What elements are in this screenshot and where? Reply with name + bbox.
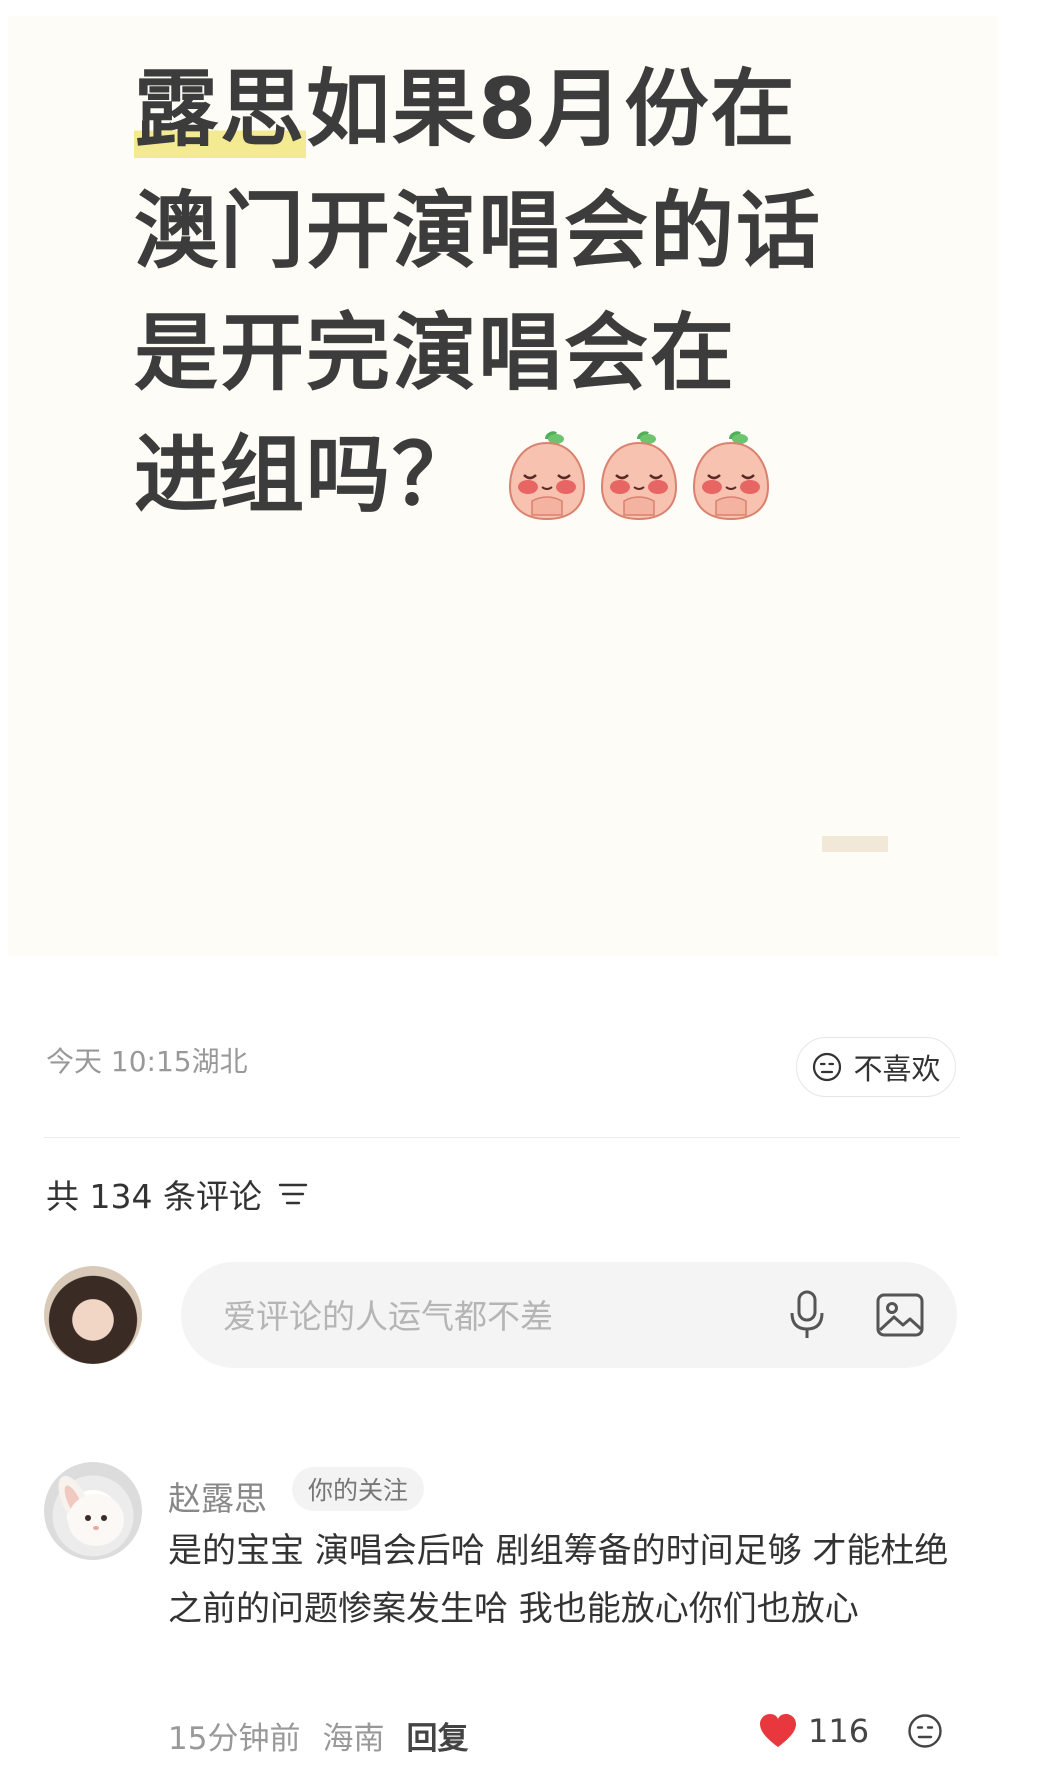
neutral-face-icon: [813, 1052, 842, 1082]
my-avatar[interactable]: [44, 1266, 142, 1364]
comment-count: 共 134 条评论: [46, 1177, 262, 1216]
comment-time: 15分钟前: [168, 1721, 301, 1757]
image-icon[interactable]: [875, 1292, 925, 1338]
commenter-avatar[interactable]: [44, 1462, 142, 1560]
comment-input[interactable]: [221, 1262, 745, 1370]
title-line-4: 进组吗？: [134, 426, 479, 524]
rabbit-avatar-icon: [58, 1475, 124, 1546]
comments-header: 共 134 条评论: [46, 1170, 308, 1218]
dislike-label: 不喜欢: [853, 1052, 941, 1086]
peach-face-icon: [693, 431, 770, 521]
post-image-card[interactable]: 露思如果8月份在 澳门开演唱会的话 是开完演唱会在 进组吗？: [8, 16, 998, 956]
emoji-row: [506, 431, 772, 523]
commenter-name[interactable]: 赵露思: [168, 1472, 267, 1520]
post-title: 露思如果8月份在 澳门开演唱会的话 是开完演唱会在 进组吗？: [134, 48, 894, 536]
comment-input-box[interactable]: [181, 1262, 957, 1370]
comment-text: 是的宝宝 演唱会后哈 剧组筹备的时间足够 才能杜绝之前的问题惨案发生哈 我也能放…: [168, 1531, 949, 1629]
microphone-icon[interactable]: [787, 1289, 827, 1341]
sort-icon[interactable]: [278, 1182, 308, 1206]
dislike-button[interactable]: 不喜欢: [796, 1037, 956, 1097]
title-highlight: 露思: [134, 60, 307, 158]
post-time-location: 今天 10:15湖北: [46, 1045, 248, 1078]
like-button[interactable]: 116: [758, 1712, 869, 1750]
following-badge: 你的关注: [292, 1467, 425, 1511]
neutral-face-icon[interactable]: [906, 1712, 944, 1750]
divider: [44, 1137, 960, 1138]
peach-face-icon: [601, 431, 678, 521]
peach-face-icon: [509, 431, 586, 521]
title-line-1: 如果8月份在: [306, 60, 797, 158]
page-indicator: [822, 836, 888, 852]
comment-location: 海南: [322, 1721, 385, 1757]
title-line-3: 是开完演唱会在: [134, 304, 737, 402]
title-line-2: 澳门开演唱会的话: [134, 182, 823, 280]
heart-icon: [760, 1714, 796, 1747]
comment-footer: 15分钟前 海南 回复: [168, 1713, 468, 1758]
reply-button[interactable]: 回复: [406, 1713, 468, 1758]
like-count: 116: [808, 1712, 870, 1750]
